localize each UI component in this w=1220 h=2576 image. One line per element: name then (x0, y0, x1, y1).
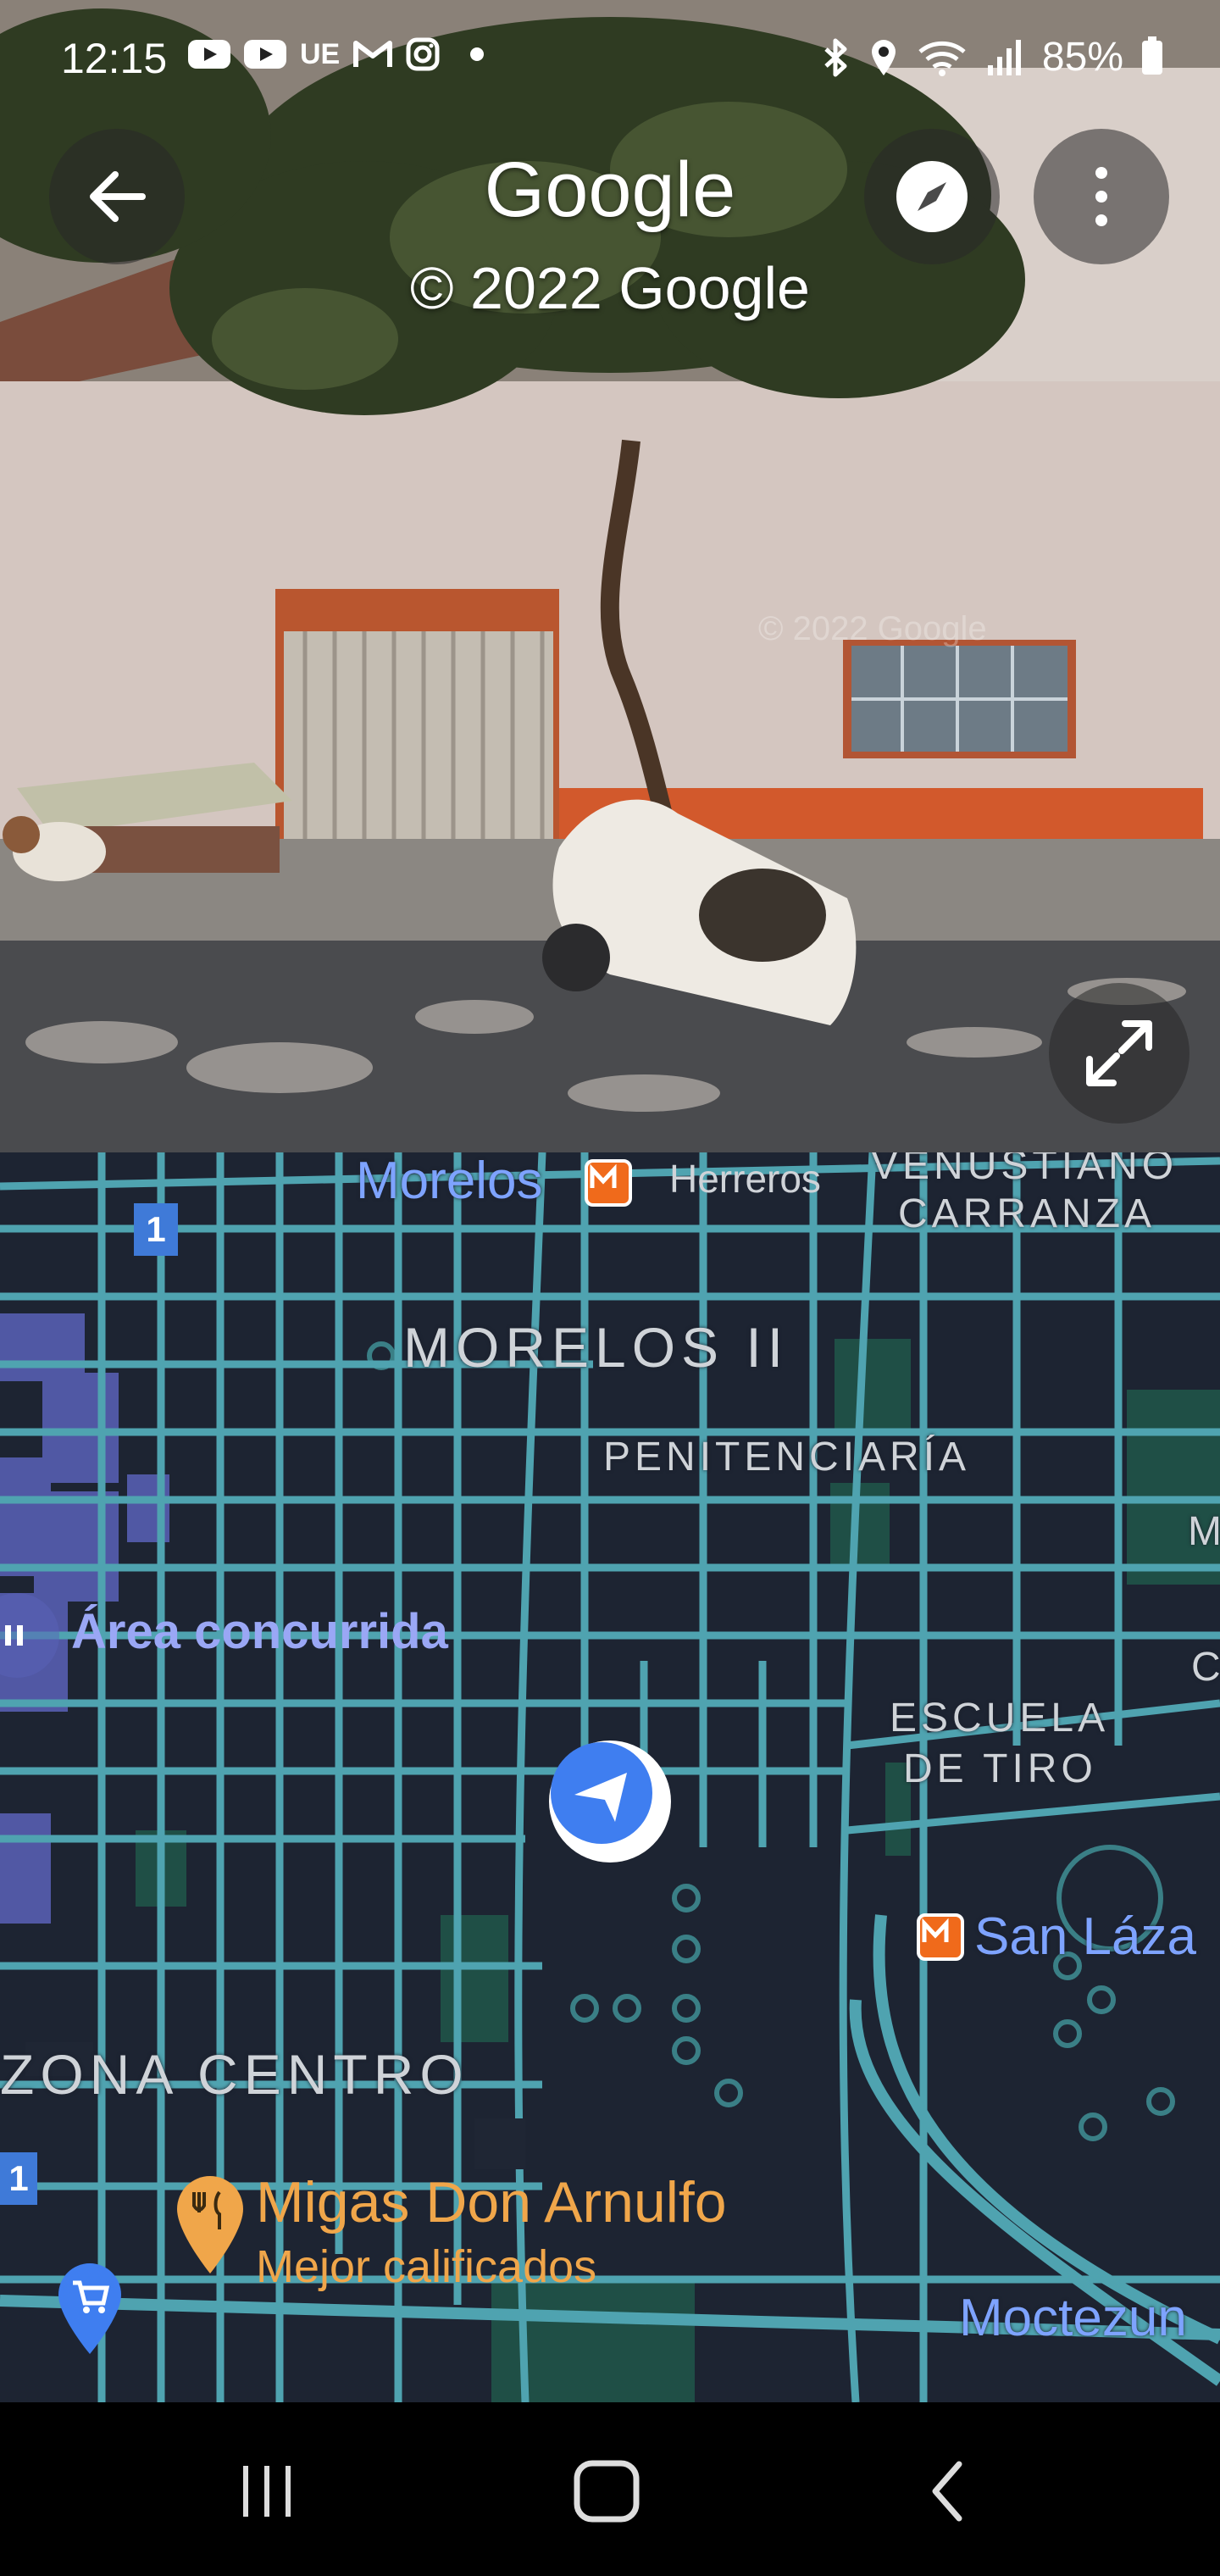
navigation-arrow-icon (551, 1742, 652, 1844)
metro-m-icon (922, 1918, 949, 1942)
compass-icon (896, 161, 968, 232)
map-label-edge-m: M (1188, 1509, 1220, 1554)
map-label-moctezuma[interactable]: Moctezun (959, 2288, 1187, 2348)
street-view-watermark: © 2022 Google (758, 610, 987, 647)
shopping-pin[interactable] (56, 2262, 124, 2356)
shopping-cart-icon (58, 2263, 121, 2354)
battery-percent: 85% (1041, 35, 1123, 80)
back-icon (932, 2461, 962, 2522)
recent-apps-icon (243, 2466, 291, 2517)
map-label-de-tiro: DE TIRO (903, 1746, 1097, 1791)
poi-name[interactable]: Migas Don Arnulfo (256, 2169, 727, 2235)
youtube-icon (188, 40, 230, 69)
gmail-icon (353, 41, 393, 67)
current-location-marker[interactable] (549, 1740, 671, 1863)
metro-icon[interactable] (585, 1159, 632, 1207)
map-label-penitenciaria: PENITENCIARÍA (603, 1435, 971, 1480)
map-label-carranza: CARRANZA (898, 1191, 1156, 1236)
youtube-icon (244, 40, 286, 69)
poi-subtitle: Mejor calificados (256, 2241, 597, 2292)
map-label-morelos-station[interactable]: Morelos (356, 1152, 543, 1211)
map-label-edge-c: C (1191, 1645, 1220, 1690)
notification-icons: UE (188, 37, 487, 71)
expand-icon (1086, 1020, 1152, 1086)
expand-button[interactable] (1049, 983, 1190, 1124)
bluetooth-icon (824, 38, 847, 76)
home-button[interactable] (556, 2449, 657, 2534)
map-label-zona-centro: ZONA CENTRO (0, 2043, 469, 2106)
restaurant-icon (177, 2176, 243, 2273)
street-view-copyright: © 2022 Google (410, 255, 810, 321)
map-label-morelos-ii: MORELOS II (403, 1316, 790, 1379)
recent-apps-button[interactable] (216, 2449, 318, 2534)
location-icon (871, 39, 896, 75)
street-view-panel[interactable]: 12:15 UE 85% Google © 2022 Google © 2022… (0, 0, 1220, 1152)
map-label-busy-area[interactable]: Área concurrida (71, 1603, 448, 1660)
dot-icon (470, 47, 485, 61)
instagram-icon (406, 37, 440, 71)
system-icons: 85% (822, 34, 1162, 80)
map-label-venustiano: VENUSTIANO (871, 1152, 1178, 1188)
home-icon (574, 2460, 640, 2523)
metro-icon-san-lazaro[interactable] (917, 1913, 964, 1961)
map-view[interactable]: Morelos Herreros VENUSTIANO CARRANZA 1 M… (0, 1152, 1220, 2402)
signal-icon (987, 39, 1021, 75)
route-shield: 1 (0, 2152, 37, 2205)
ue-icon: UE (300, 37, 341, 70)
map-label-san-lazaro[interactable]: San Láza (974, 1907, 1196, 1967)
restaurant-pin[interactable] (174, 2174, 247, 2275)
more-vertical-icon (1095, 167, 1107, 226)
status-time: 12:15 (61, 35, 168, 82)
busy-area-icon (5, 1625, 23, 1646)
status-bar: 12:15 UE 85% (0, 0, 1220, 110)
more-options-button[interactable] (1034, 129, 1169, 264)
compass-button[interactable] (864, 129, 1000, 264)
metro-m-icon (590, 1163, 617, 1188)
map-label-escuela: ESCUELA (890, 1696, 1110, 1740)
route-shield: 1 (134, 1203, 178, 1256)
map-label-herreros: Herreros (669, 1157, 821, 1201)
system-nav-bar (0, 2402, 1220, 2576)
back-nav-button[interactable] (898, 2449, 1000, 2534)
busy-area-marker[interactable] (0, 1593, 59, 1678)
battery-icon (1142, 36, 1162, 75)
wifi-icon (918, 41, 966, 76)
